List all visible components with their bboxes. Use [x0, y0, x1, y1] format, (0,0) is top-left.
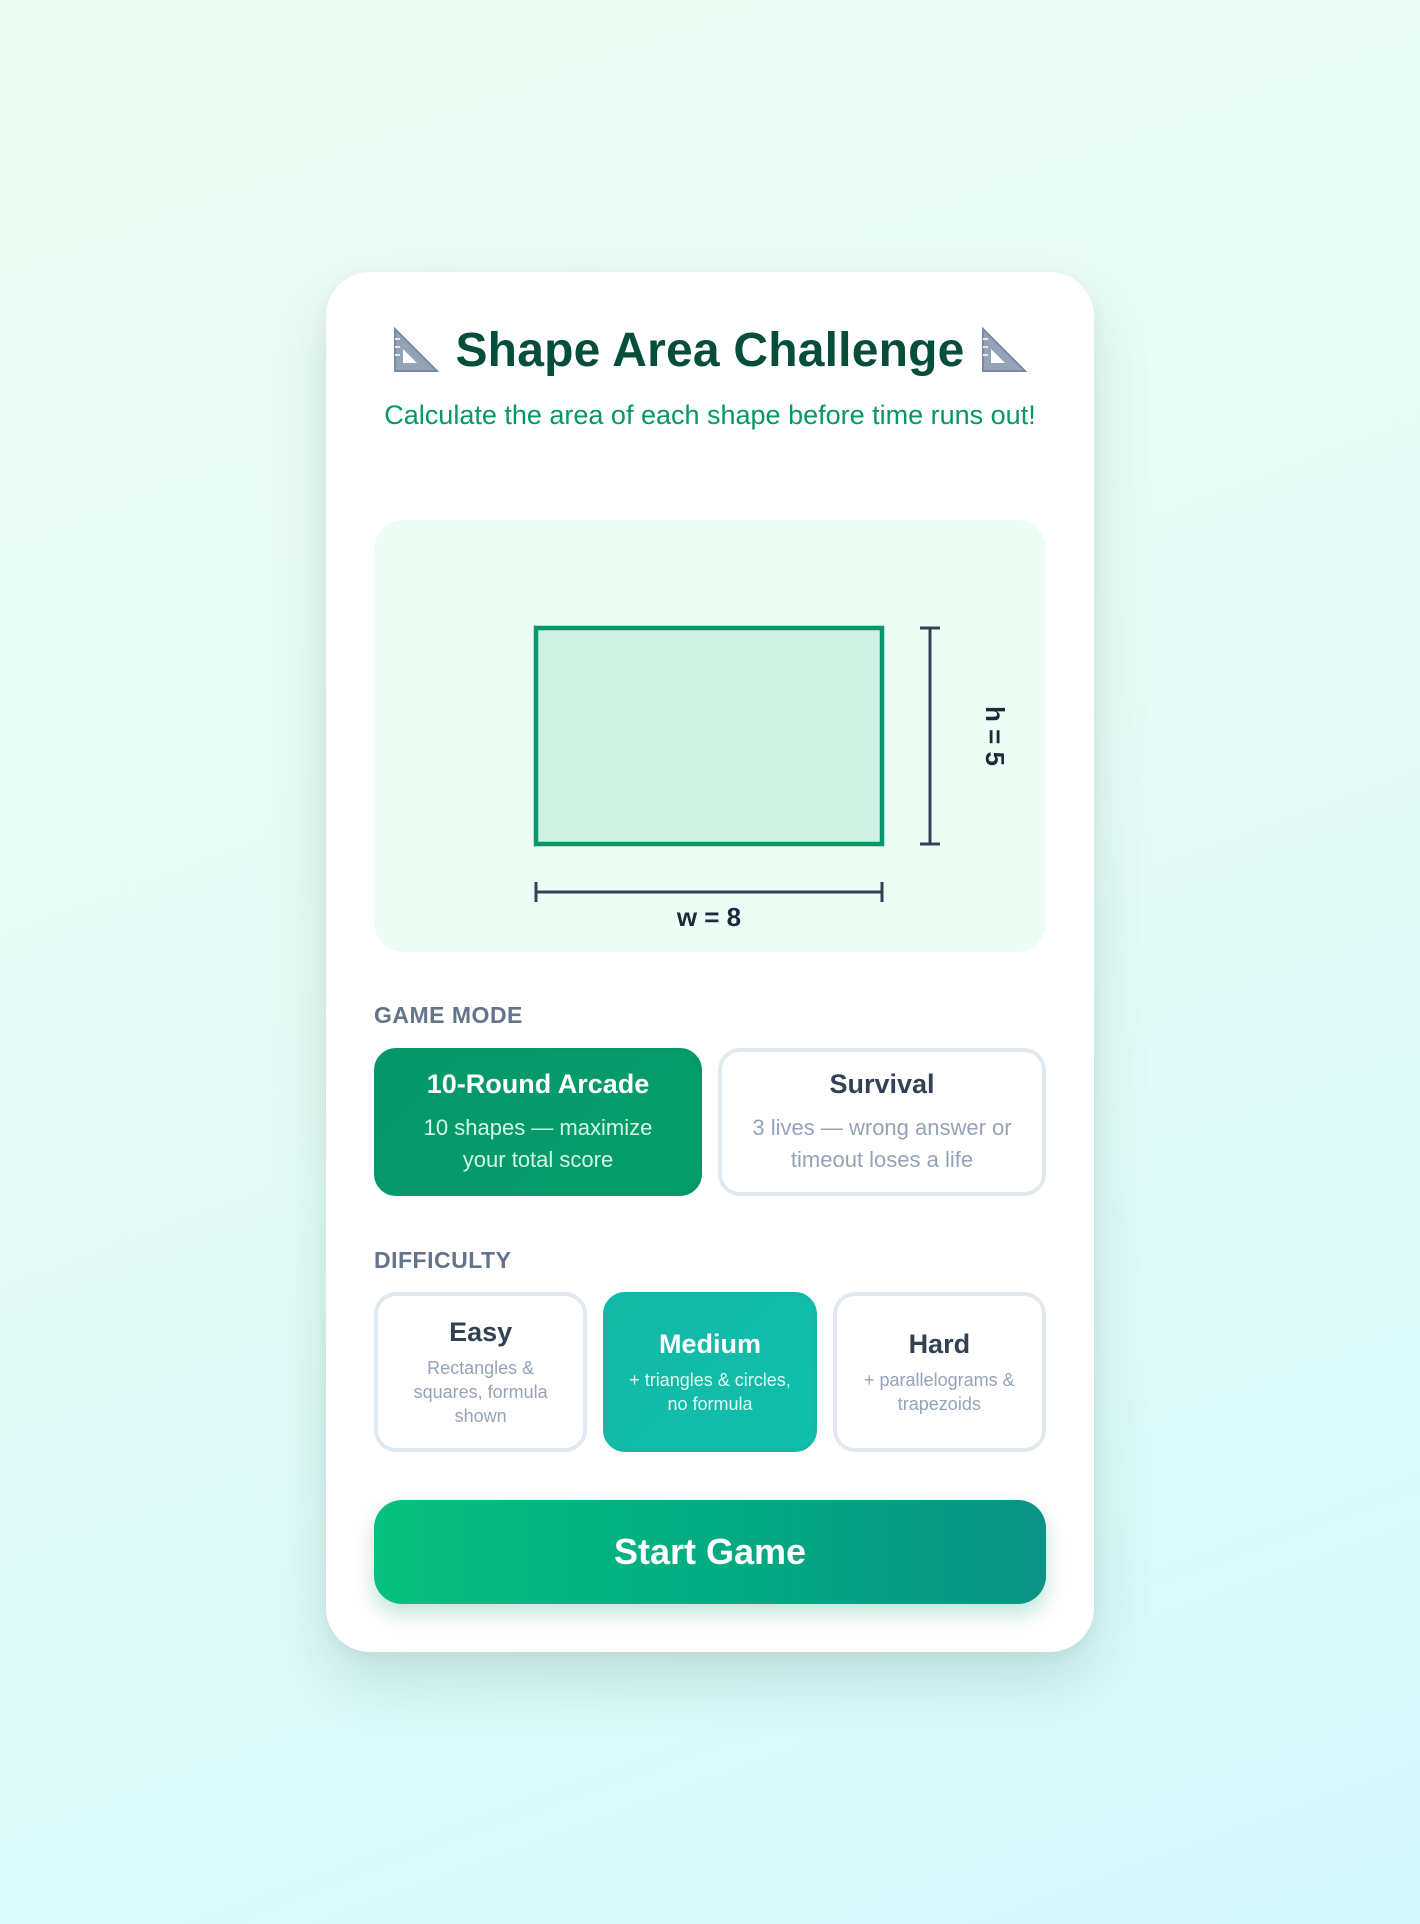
difficulty-description: + triangles & circles, no formula	[629, 1369, 791, 1414]
difficulty-description: Rectangles & squares, formula shown	[413, 1357, 548, 1426]
difficulty-name: Easy	[449, 1316, 513, 1347]
main-card: Shape Area Challenge Calculate the area …	[326, 272, 1094, 1652]
triangular-ruler-icon	[394, 326, 440, 372]
difficulty-description: + parallelograms & trapezoids	[864, 1369, 1015, 1414]
start-game-button[interactable]: Start Game	[374, 1500, 1046, 1604]
game-mode-selector: 10-Round Arcade 10 shapes — maximize you…	[374, 1048, 1046, 1196]
mode-option-survival[interactable]: Survival 3 lives — wrong answer or timeo…	[718, 1048, 1046, 1196]
difficulty-option-medium[interactable]: Medium + triangles & circles, no formula	[603, 1292, 817, 1452]
mode-option-arcade[interactable]: 10-Round Arcade 10 shapes — maximize you…	[374, 1048, 702, 1196]
shape-preview-panel: h = 5 w = 8	[374, 520, 1046, 952]
page-title: Shape Area Challenge	[455, 323, 965, 377]
shape-rectangle	[533, 625, 885, 847]
height-dimension-line	[920, 626, 940, 846]
difficulty-option-hard[interactable]: Hard + parallelograms & trapezoids	[832, 1292, 1046, 1452]
difficulty-selector: Easy Rectangles & squares, formula shown…	[374, 1292, 1046, 1452]
difficulty-label: DIFFICULTY	[374, 1247, 512, 1273]
mode-name: 10-Round Arcade	[426, 1068, 650, 1099]
height-label: h = 5	[980, 706, 1010, 766]
difficulty-option-easy[interactable]: Easy Rectangles & squares, formula shown	[374, 1292, 588, 1452]
mode-description: 3 lives — wrong answer or timeout loses …	[752, 1114, 1012, 1172]
width-dimension-line	[534, 882, 884, 902]
difficulty-name: Hard	[908, 1328, 971, 1359]
mode-description: 10 shapes — maximize your total score	[423, 1114, 653, 1172]
page-subtitle: Calculate the area of each shape before …	[384, 400, 1036, 430]
triangular-ruler-icon	[981, 326, 1027, 372]
difficulty-name: Medium	[658, 1328, 761, 1359]
width-label: w = 8	[676, 902, 741, 932]
mode-name: Survival	[829, 1068, 935, 1099]
title-row: Shape Area Challenge	[374, 320, 1046, 380]
shape-preview: h = 5 w = 8	[533, 625, 1010, 932]
game-mode-label: GAME MODE	[374, 1002, 523, 1028]
